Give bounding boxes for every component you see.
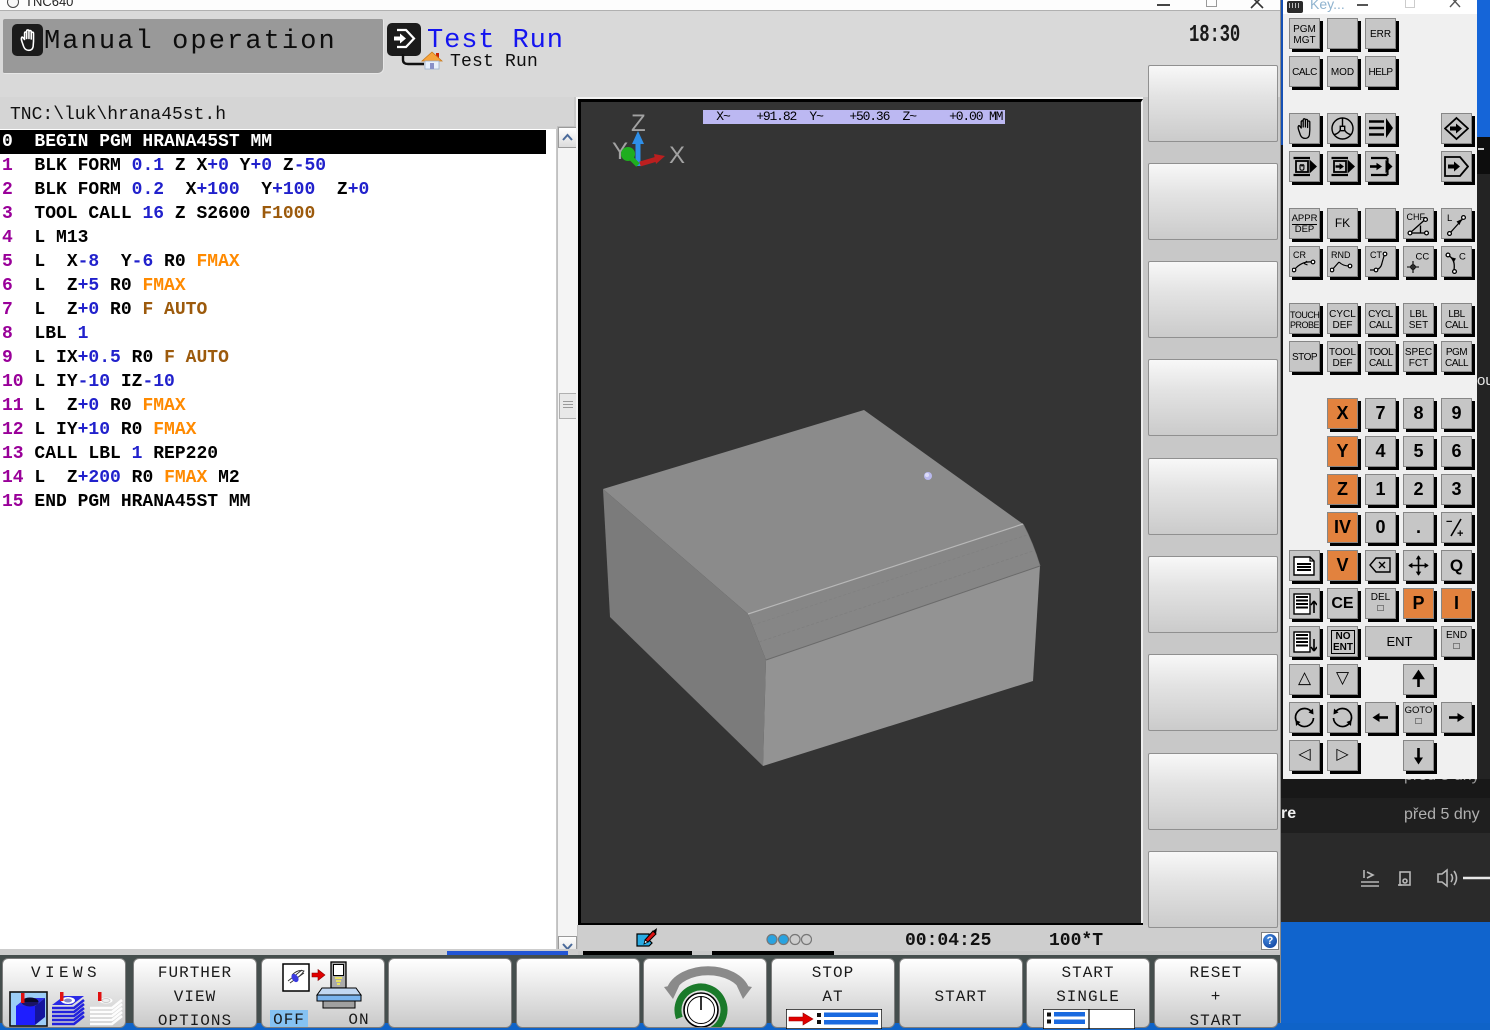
- svg-text:L: L: [1447, 213, 1452, 224]
- svg-text:C: C: [1459, 252, 1466, 263]
- svg-text:CHF: CHF: [1407, 212, 1426, 222]
- svg-text:RND: RND: [1331, 250, 1351, 260]
- svg-text:+: +: [1457, 528, 1463, 540]
- svg-text:CC: CC: [1416, 252, 1430, 263]
- svg-text:−: −: [1446, 516, 1452, 528]
- svg-text:CT: CT: [1370, 250, 1382, 260]
- svg-text:CR: CR: [1293, 250, 1306, 260]
